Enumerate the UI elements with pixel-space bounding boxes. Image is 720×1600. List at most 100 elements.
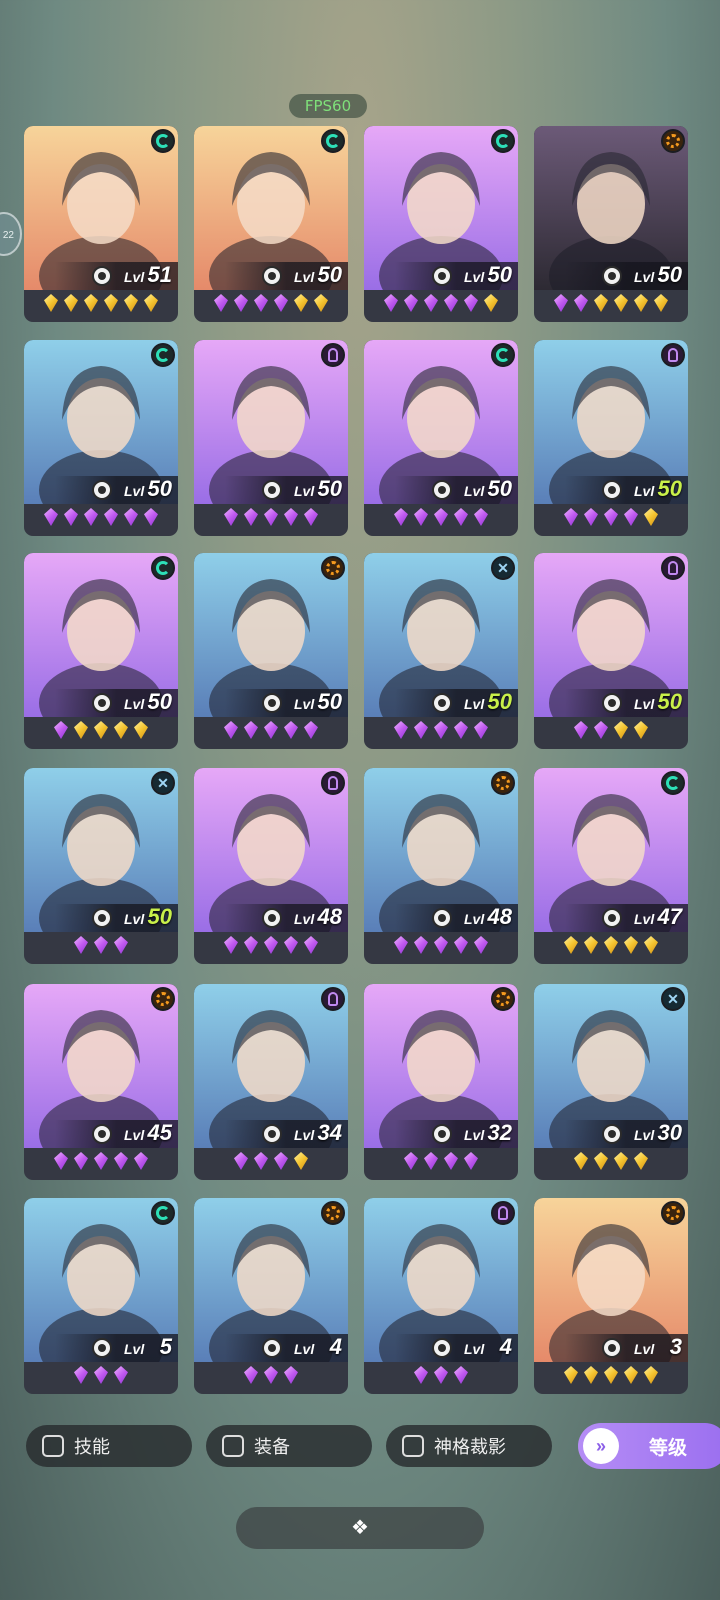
star-rating [534,721,688,745]
level-label: Lvl [634,1127,655,1143]
star-rating [194,508,348,532]
hero-card[interactable]: Lvl 4 [364,1198,518,1394]
purple-gem-icon [304,508,318,526]
gold-gem-icon [94,721,108,739]
purple-gem-icon [264,936,278,954]
hero-level: 50 [147,476,172,501]
purple-gem-icon [104,508,118,526]
level-label: Lvl [294,1341,315,1357]
purple-gem-icon [304,721,318,739]
purple-gem-icon [244,508,258,526]
filter-divine-shadow[interactable]: 神格裁影 [386,1425,552,1467]
gold-gem-icon [74,721,88,739]
hero-card[interactable]: Lvl50 [194,553,348,749]
purple-gem-icon [434,721,448,739]
hero-level: 48 [317,904,342,929]
checkbox-icon[interactable] [222,1435,244,1457]
purple-gem-icon [214,294,228,312]
hero-card[interactable]: Lvl 5 [24,1198,178,1394]
star-rating [24,721,178,745]
aperture-icon [602,266,622,286]
sort-by-level-button[interactable]: » 等级 [578,1423,720,1469]
level-label: Lvl [294,1127,315,1143]
hero-card[interactable]: Lvl 4 [194,1198,348,1394]
hero-card[interactable]: Lvl 47 [534,768,688,964]
aperture-icon [92,693,112,713]
filter-skills[interactable]: 技能 [26,1425,192,1467]
checkbox-icon[interactable] [402,1435,424,1457]
star-rating [364,294,518,318]
role-assassin-icon [151,771,175,795]
purple-gem-icon [384,294,398,312]
hero-card[interactable]: Lvl 51 [24,126,178,322]
hero-card[interactable]: Lvl 3 [534,1198,688,1394]
role-mage-icon [321,343,345,367]
hero-card[interactable]: Lvl50 [364,126,518,322]
purple-gem-icon [404,294,418,312]
hero-card[interactable]: Lvl 34 [194,984,348,1180]
gold-gem-icon [644,508,658,526]
purple-gem-icon [264,721,278,739]
purple-gem-icon [424,294,438,312]
hero-card[interactable]: Lvl50 [194,340,348,536]
star-rating [194,721,348,745]
level-label: Lvl [124,911,145,927]
role-control-icon [491,129,515,153]
hero-card[interactable]: Lvl50 [24,340,178,536]
hero-card[interactable]: Lvl50 [364,340,518,536]
hero-card[interactable]: Lvl 48 [364,768,518,964]
aperture-icon [262,693,282,713]
gold-gem-icon [604,936,618,954]
filter-label: 神格裁影 [434,1437,506,1457]
purple-gem-icon [414,1366,428,1384]
level-label: Lvl [634,696,655,712]
purple-gem-icon [584,508,598,526]
hero-card[interactable]: Lvl50 [534,553,688,749]
filter-equipment[interactable]: 装备 [206,1425,372,1467]
purple-gem-icon [114,1366,128,1384]
purple-gem-icon [554,294,568,312]
level-label: Lvl [124,1341,145,1357]
purple-gem-icon [604,508,618,526]
gold-gem-icon [594,294,608,312]
level-label: Lvl [634,483,655,499]
chevron-double-down-icon: » [583,1428,619,1464]
purple-gem-icon [284,721,298,739]
hero-level: 32 [487,1120,512,1145]
gold-gem-icon [564,1366,578,1384]
hero-level: 50 [317,262,342,287]
gold-gem-icon [614,294,628,312]
hero-card[interactable]: Lvl50 [534,340,688,536]
hero-card[interactable]: Lvl50 [534,126,688,322]
hero-card[interactable]: Lvl50 [194,126,348,322]
expand-handle[interactable]: ❖ [236,1507,484,1549]
hero-card[interactable]: Lvl50 [24,553,178,749]
aperture-icon [602,908,622,928]
role-control-icon [151,129,175,153]
purple-gem-icon [244,721,258,739]
hero-card[interactable]: Lvl50 [364,553,518,749]
role-mage-icon [661,556,685,580]
purple-gem-icon [404,1152,418,1170]
role-war-icon [321,556,345,580]
star-rating [194,294,348,318]
hero-card[interactable]: Lvl 48 [194,768,348,964]
purple-gem-icon [254,294,268,312]
gold-gem-icon [294,294,308,312]
purple-gem-icon [454,1366,468,1384]
role-war-icon [491,771,515,795]
hero-card[interactable]: Lvl 32 [364,984,518,1180]
purple-gem-icon [264,1366,278,1384]
hero-card[interactable]: Lvl50 [24,768,178,964]
hero-card[interactable]: Lvl30 [534,984,688,1180]
role-control-icon [151,556,175,580]
purple-gem-icon [74,1152,88,1170]
hero-card[interactable]: Lvl 45 [24,984,178,1180]
gold-gem-icon [634,294,648,312]
checkbox-icon[interactable] [42,1435,64,1457]
hero-level: 48 [487,904,512,929]
purple-gem-icon [464,294,478,312]
aperture-icon [432,693,452,713]
hero-level: 50 [317,689,342,714]
aperture-icon [262,480,282,500]
